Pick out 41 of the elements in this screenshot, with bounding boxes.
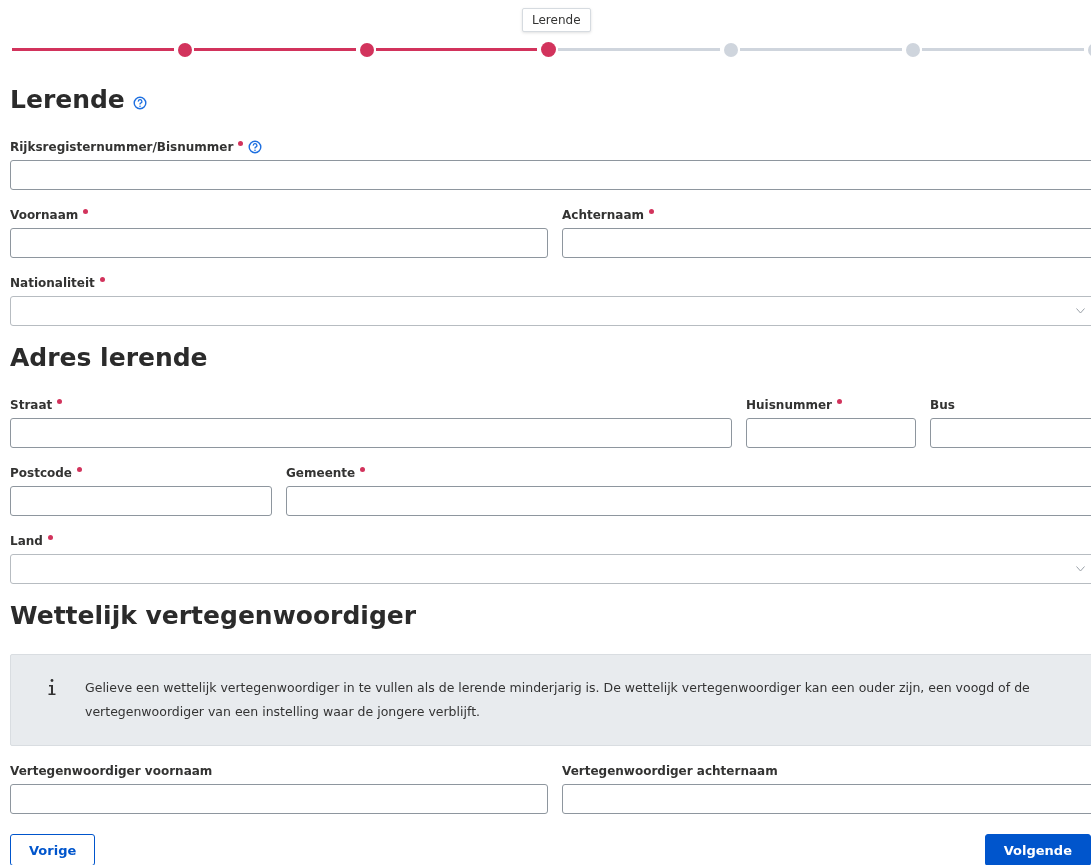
field-label: Bus (930, 397, 955, 412)
previous-button[interactable]: Vorige (10, 834, 96, 865)
field-label: Huisnummer (746, 397, 832, 412)
input-field[interactable] (746, 418, 916, 448)
input-field[interactable] (10, 160, 1091, 190)
info-text: Gelieve een wettelijk vertegenwoordiger in te vullen als de lerende minderjarig is. De wettelijk vertegenwoordiger kan een ouder zijn, een voogd of de vertegenwoordiger van een instelling waar de jongere verblijft. (85, 679, 1031, 721)
field-label: Voornaam (10, 207, 79, 222)
field-label: Vertegenwoordiger voornaam (10, 763, 213, 778)
step-dot[interactable] (724, 42, 738, 57)
chevron-down-icon (1076, 308, 1085, 314)
step-dot[interactable] (360, 42, 374, 57)
section-heading: Lerende (10, 84, 125, 116)
field-label: Nationaliteit (10, 275, 95, 290)
field-label: Achternaam (562, 207, 644, 222)
step-dot[interactable] (906, 42, 920, 57)
info-icon (47, 678, 57, 696)
step-dot[interactable] (541, 42, 556, 57)
help-icon[interactable] (132, 96, 147, 110)
field-label: Postcode (10, 465, 72, 480)
select-field[interactable] (10, 554, 1091, 584)
input-field[interactable] (10, 486, 272, 516)
section-heading: Wettelijk vertegenwoordiger (10, 600, 417, 632)
section-heading: Adres lerende (10, 342, 208, 374)
input-field[interactable] (10, 228, 548, 258)
input-field[interactable] (562, 784, 1091, 814)
chevron-down-icon (1076, 566, 1085, 572)
help-icon[interactable] (248, 139, 263, 154)
field-label: Straat (10, 397, 53, 412)
input-field[interactable] (286, 486, 1091, 516)
input-field[interactable] (10, 418, 732, 448)
step-tooltip: Lerende (522, 8, 591, 32)
field-label: Vertegenwoordiger achternaam (562, 763, 778, 778)
field-label: Rijksregisternummer/Bisnummer (10, 139, 234, 154)
next-button[interactable]: Volgende (984, 834, 1091, 865)
step-dot[interactable] (178, 42, 192, 57)
field-label: Gemeente (286, 465, 356, 480)
input-field[interactable] (562, 228, 1091, 258)
input-field[interactable] (10, 784, 548, 814)
field-label: Land (10, 533, 43, 548)
input-field[interactable] (930, 418, 1091, 448)
select-field[interactable] (10, 296, 1091, 326)
